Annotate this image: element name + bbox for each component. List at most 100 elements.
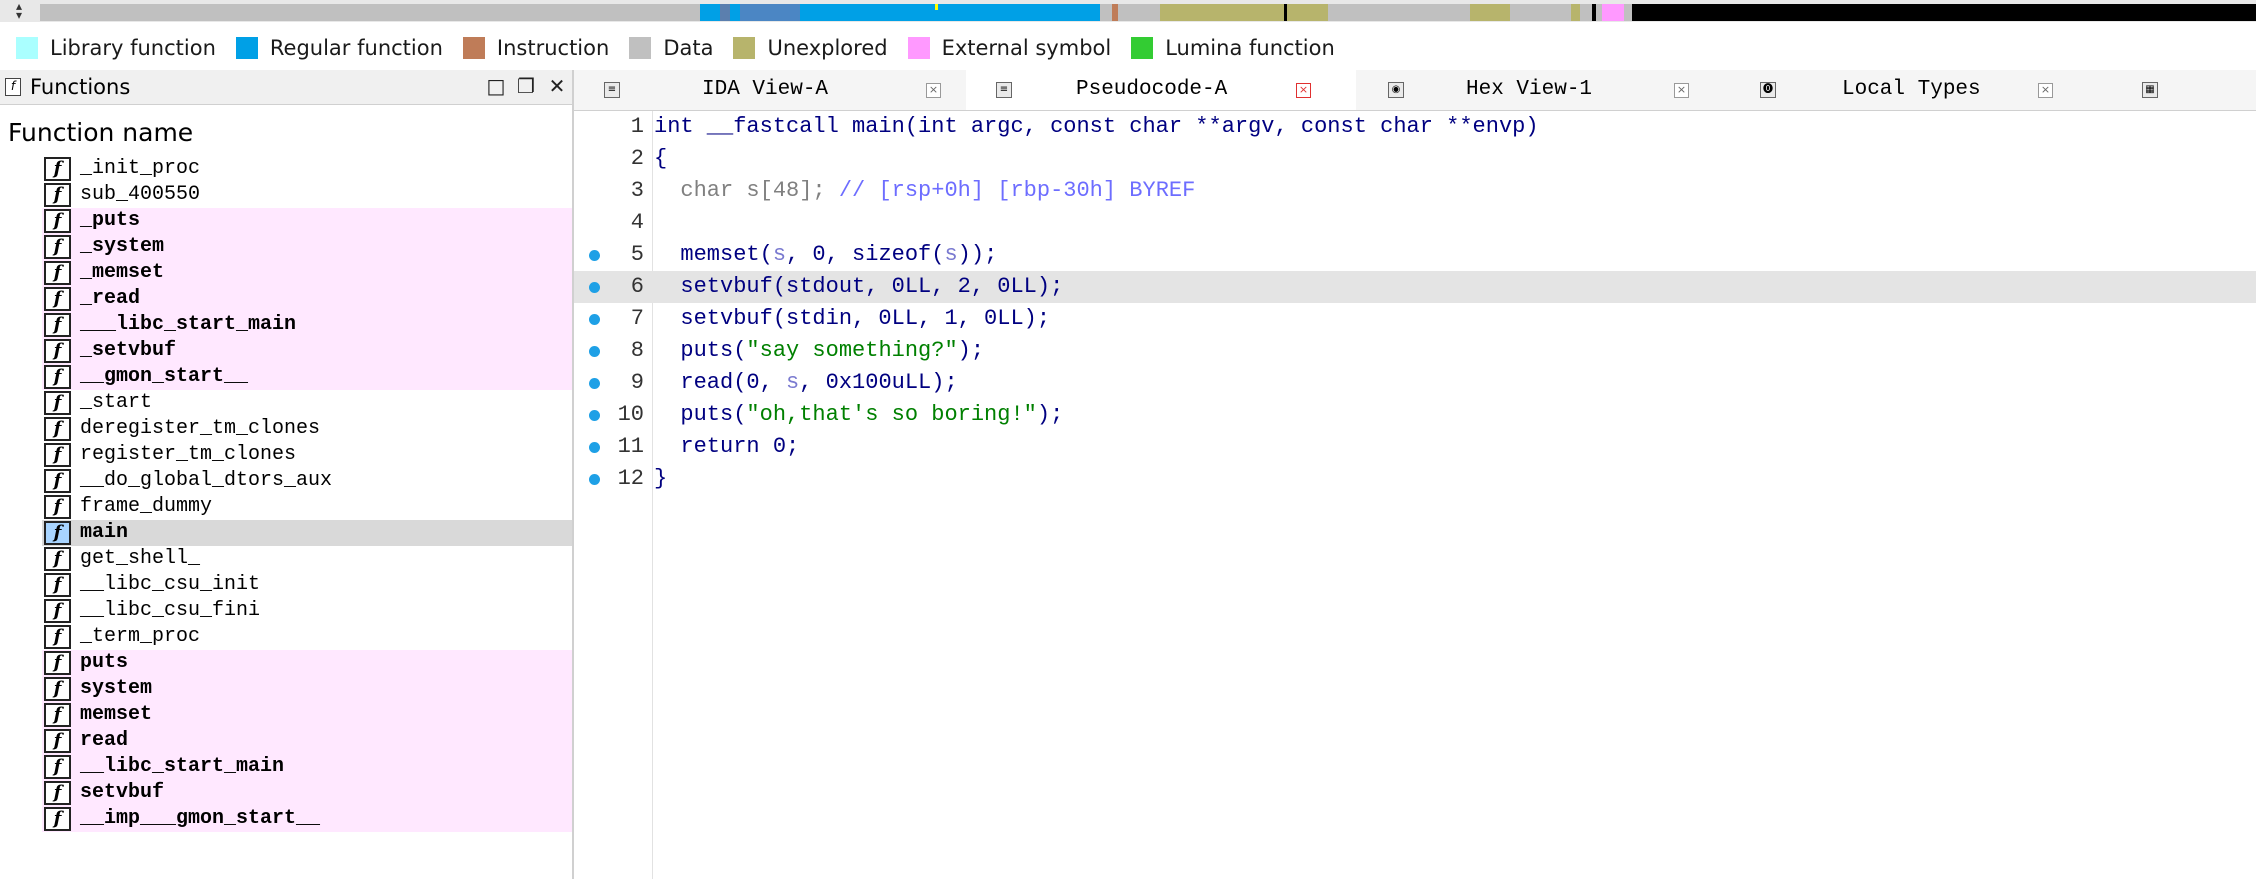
- tab-ida-view-a[interactable]: ≡ IDA View-A ×: [574, 70, 964, 110]
- code-text[interactable]: puts("say something?");: [654, 335, 984, 367]
- function-icon: f: [44, 183, 71, 207]
- function-name: _system: [80, 235, 165, 258]
- function-list-item[interactable]: f get_shell_: [0, 546, 572, 572]
- legend-label: Lumina function: [1165, 36, 1335, 60]
- function-list-item[interactable]: f _start: [0, 390, 572, 416]
- code-line[interactable]: 6 setvbuf(stdout, 0LL, 2, 0LL);: [574, 271, 2256, 303]
- navigation-band[interactable]: ▴ ▾: [0, 0, 2256, 22]
- navigation-strip[interactable]: [40, 4, 2256, 21]
- legend-item-regular: Regular function: [235, 36, 443, 60]
- code-line[interactable]: 4: [574, 207, 2256, 239]
- function-list-item[interactable]: f __imp___gmon_start__: [0, 806, 572, 832]
- nav-scroll-arrows-icon[interactable]: ▴ ▾: [16, 0, 26, 21]
- function-list-item[interactable]: f frame_dummy: [0, 494, 572, 520]
- function-list-item[interactable]: f _setvbuf: [0, 338, 572, 364]
- code-text[interactable]: return 0;: [654, 431, 799, 463]
- breakpoint-dot-icon[interactable]: [589, 314, 600, 325]
- line-number: 5: [630, 242, 644, 267]
- tab-close-icon[interactable]: ×: [1296, 83, 1311, 98]
- column-header-function-name[interactable]: Function name: [8, 118, 193, 147]
- function-list-item[interactable]: f register_tm_clones: [0, 442, 572, 468]
- function-list-item[interactable]: f read: [0, 728, 572, 754]
- code-text[interactable]: setvbuf(stdout, 0LL, 2, 0LL);: [654, 271, 1063, 303]
- tab-label: IDA View-A: [702, 78, 829, 101]
- code-line[interactable]: 10 puts("oh,that's so boring!");: [574, 399, 2256, 431]
- function-list-item[interactable]: f _memset: [0, 260, 572, 286]
- function-list-item[interactable]: f __do_global_dtors_aux: [0, 468, 572, 494]
- close-icon[interactable]: ✕: [546, 75, 568, 97]
- restore-icon[interactable]: ❐: [515, 75, 537, 97]
- tab-local-types[interactable]: ⓿ Local Types ×: [1750, 70, 2130, 110]
- code-line[interactable]: 1 int __fastcall main(int argc, const cha…: [574, 111, 2256, 143]
- function-list-item[interactable]: f _init_proc: [0, 156, 572, 182]
- code-text[interactable]: int __fastcall main(int argc, const char…: [654, 111, 1539, 143]
- code-text[interactable]: char s[48]; // [rsp+0h] [rbp-30h] BYREF: [654, 175, 1195, 207]
- functions-titlebar[interactable]: f Functions □ ❐ ✕: [0, 70, 572, 105]
- code-line[interactable]: 2{: [574, 143, 2256, 175]
- code-token: puts(: [654, 338, 747, 363]
- tab-overflow[interactable]: ▦: [2130, 70, 2250, 110]
- code-line[interactable]: 7 setvbuf(stdin, 0LL, 1, 0LL);: [574, 303, 2256, 335]
- tab-close-icon[interactable]: ×: [926, 83, 941, 98]
- code-text[interactable]: puts("oh,that's so boring!");: [654, 399, 1063, 431]
- code-token: }: [654, 466, 668, 491]
- breakpoint-dot-icon[interactable]: [589, 410, 600, 421]
- maximize-icon[interactable]: □: [485, 75, 507, 97]
- function-list-item[interactable]: f _system: [0, 234, 572, 260]
- breakpoint-dot-icon[interactable]: [589, 282, 600, 293]
- line-number: 3: [630, 178, 644, 203]
- function-list-item[interactable]: f ___libc_start_main: [0, 312, 572, 338]
- function-list-item[interactable]: f _read: [0, 286, 572, 312]
- function-list-item[interactable]: f sub_400550: [0, 182, 572, 208]
- function-list-item[interactable]: f setvbuf: [0, 780, 572, 806]
- tab-pseudocode-a[interactable]: ≡ Pseudocode-A ×: [966, 70, 1356, 110]
- function-list-item[interactable]: f main: [0, 520, 572, 546]
- code-line[interactable]: 11 return 0;: [574, 431, 2256, 463]
- code-text[interactable]: {: [654, 143, 667, 175]
- code-token: );: [1036, 402, 1064, 427]
- line-number: 9: [630, 370, 644, 395]
- code-text[interactable]: memset(s, 0, sizeof(s));: [654, 239, 997, 271]
- breakpoint-dot-icon[interactable]: [589, 346, 600, 357]
- function-list-item[interactable]: f deregister_tm_clones: [0, 416, 572, 442]
- function-list-item[interactable]: f __gmon_start__: [0, 364, 572, 390]
- functions-list[interactable]: f _init_proc f sub_400550 f _puts f _system f _me…: [0, 156, 572, 832]
- function-list-item[interactable]: f puts: [0, 650, 572, 676]
- code-text[interactable]: setvbuf(stdin, 0LL, 1, 0LL);: [654, 303, 1050, 335]
- function-list-item[interactable]: f system: [0, 676, 572, 702]
- breakpoint-dot-icon[interactable]: [589, 378, 600, 389]
- code-token: puts(: [654, 402, 747, 427]
- code-token: read(0,: [654, 370, 787, 395]
- function-name: _read: [80, 287, 141, 310]
- pseudocode-view[interactable]: 1 int __fastcall main(int argc, const cha…: [574, 111, 2256, 879]
- function-list-item[interactable]: f _puts: [0, 208, 572, 234]
- function-icon: f: [44, 521, 71, 545]
- tab-close-icon[interactable]: ×: [2038, 83, 2053, 98]
- function-list-item[interactable]: f __libc_start_main: [0, 754, 572, 780]
- code-line[interactable]: 5 memset(s, 0, sizeof(s));: [574, 239, 2256, 271]
- function-list-item[interactable]: f _term_proc: [0, 624, 572, 650]
- code-line[interactable]: 3 char s[48]; // [rsp+0h] [rbp-30h] BYRE…: [574, 175, 2256, 207]
- breakpoint-dot-icon[interactable]: [589, 250, 600, 261]
- code-line[interactable]: 12}: [574, 463, 2256, 495]
- function-name: deregister_tm_clones: [80, 417, 321, 440]
- function-list-item[interactable]: f memset: [0, 702, 572, 728]
- functions-panel: f Functions □ ❐ ✕ Function name f _init_p…: [0, 70, 574, 879]
- function-icon: f: [44, 495, 71, 519]
- tab-hex-view-1[interactable]: ◉ Hex View-1 ×: [1358, 70, 1748, 110]
- code-line[interactable]: 9 read(0, s, 0x100uLL);: [574, 367, 2256, 399]
- code-text[interactable]: read(0, s, 0x100uLL);: [654, 367, 957, 399]
- function-list-item[interactable]: f __libc_csu_fini: [0, 598, 572, 624]
- code-token: setvbuf(stdout, 0LL, 2, 0LL);: [654, 274, 1064, 299]
- code-token: setvbuf(stdin, 0LL, 1, 0LL);: [654, 306, 1051, 331]
- legend-swatch: [907, 37, 930, 59]
- code-text[interactable]: }: [654, 463, 667, 495]
- breakpoint-dot-icon[interactable]: [589, 474, 600, 485]
- function-icon: f: [44, 235, 71, 259]
- tab-close-icon[interactable]: ×: [1674, 83, 1689, 98]
- breakpoint-dot-icon[interactable]: [589, 442, 600, 453]
- code-token: , 0, sizeof(: [786, 242, 945, 267]
- code-line[interactable]: 8 puts("say something?");: [574, 335, 2256, 367]
- function-list-item[interactable]: f __libc_csu_init: [0, 572, 572, 598]
- function-icon: f: [44, 391, 71, 415]
